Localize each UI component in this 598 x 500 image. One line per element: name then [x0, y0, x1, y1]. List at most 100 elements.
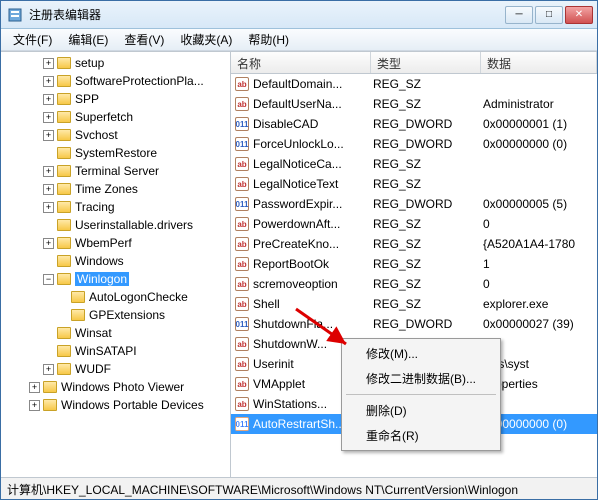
expand-toggle[interactable]: + [43, 58, 54, 69]
value-row[interactable]: abShellREG_SZexplorer.exe [231, 294, 597, 314]
value-row[interactable]: abLegalNoticeCa...REG_SZ [231, 154, 597, 174]
value-data: explorer.exe [481, 297, 597, 311]
tree-item[interactable]: WinSATAPI [1, 342, 230, 360]
value-type: REG_SZ [371, 237, 481, 251]
value-row[interactable]: 011ShutdownFla...REG_DWORD0x00000027 (39… [231, 314, 597, 334]
folder-icon [57, 165, 71, 177]
maximize-button[interactable]: □ [535, 6, 563, 24]
folder-icon [57, 129, 71, 141]
tree-item[interactable]: AutoLogonChecke [1, 288, 230, 306]
menu-favorites[interactable]: 收藏夹(A) [174, 29, 238, 50]
tree-label: WbemPerf [75, 236, 132, 250]
tree-item[interactable]: + Svchost [1, 126, 230, 144]
expand-toggle[interactable]: + [43, 166, 54, 177]
tree-item[interactable]: +SoftwareProtectionPla... [1, 72, 230, 90]
value-row[interactable]: abLegalNoticeTextREG_SZ [231, 174, 597, 194]
tree-label: WUDF [75, 362, 111, 376]
window-title: 注册表编辑器 [29, 6, 505, 23]
tree-item[interactable]: Userinstallable.drivers [1, 216, 230, 234]
tree-item[interactable]: Windows [1, 252, 230, 270]
string-value-icon: ab [235, 177, 249, 191]
value-data: 0x00000001 (1) [481, 117, 597, 131]
value-name: LegalNoticeCa... [253, 157, 342, 171]
folder-icon [57, 75, 71, 87]
tree-label: Superfetch [75, 110, 133, 124]
tree-item[interactable]: SystemRestore [1, 144, 230, 162]
value-data: 0 [481, 277, 597, 291]
menubar: 文件(F) 编辑(E) 查看(V) 收藏夹(A) 帮助(H) [1, 29, 597, 51]
value-type: REG_SZ [371, 177, 481, 191]
tree-label: GPExtensions [89, 308, 165, 322]
value-data: 1 [481, 257, 597, 271]
value-row[interactable]: 011ForceUnlockLo...REG_DWORD0x00000000 (… [231, 134, 597, 154]
col-data[interactable]: 数据 [481, 52, 597, 73]
registry-tree[interactable]: +setup+SoftwareProtectionPla...+SPP+Supe… [1, 52, 231, 477]
tree-item[interactable]: −Winlogon [1, 270, 230, 288]
statusbar: 计算机\HKEY_LOCAL_MACHINE\SOFTWARE\Microsof… [1, 477, 597, 499]
tree-item[interactable]: +Tracing [1, 198, 230, 216]
expand-toggle[interactable]: + [29, 382, 40, 393]
value-row[interactable]: abReportBootOkREG_SZ1 [231, 254, 597, 274]
tree-label: AutoLogonChecke [89, 290, 188, 304]
string-value-icon: ab [235, 217, 249, 231]
value-row[interactable]: abDefaultUserNa...REG_SZAdministrator [231, 94, 597, 114]
tree-item[interactable]: +Time Zones [1, 180, 230, 198]
expand-toggle[interactable]: + [43, 130, 54, 141]
tree-item[interactable]: + WUDF [1, 360, 230, 378]
value-type: REG_SZ [371, 277, 481, 291]
value-type: REG_SZ [371, 97, 481, 111]
col-name[interactable]: 名称 [231, 52, 371, 73]
tree-item[interactable]: +setup [1, 54, 230, 72]
tree-item[interactable]: +Windows Photo Viewer [1, 378, 230, 396]
expand-toggle[interactable]: − [43, 274, 54, 285]
menu-view[interactable]: 查看(V) [118, 29, 170, 50]
expand-toggle[interactable]: + [43, 94, 54, 105]
menu-help[interactable]: 帮助(H) [242, 29, 295, 50]
menu-file[interactable]: 文件(F) [7, 29, 58, 50]
tree-label: SystemRestore [75, 146, 157, 160]
value-row[interactable]: 011PasswordExpir...REG_DWORD0x00000005 (… [231, 194, 597, 214]
value-row[interactable]: 011DisableCADREG_DWORD0x00000001 (1) [231, 114, 597, 134]
ctx-modify-binary[interactable]: 修改二进制数据(B)... [344, 366, 498, 391]
column-headers[interactable]: 名称 类型 数据 [231, 52, 597, 74]
tree-item[interactable]: Winsat [1, 324, 230, 342]
expand-toggle[interactable]: + [43, 184, 54, 195]
tree-label: Winsat [75, 326, 112, 340]
value-row[interactable]: abscremoveoptionREG_SZ0 [231, 274, 597, 294]
ctx-sep [346, 394, 496, 395]
ctx-rename[interactable]: 重命名(R) [344, 423, 498, 448]
folder-icon [57, 237, 71, 249]
string-value-icon: ab [235, 97, 249, 111]
folder-icon [57, 201, 71, 213]
expand-toggle[interactable]: + [43, 76, 54, 87]
value-row[interactable]: abPreCreateKno...REG_SZ{A520A1A4-1780 [231, 234, 597, 254]
value-row[interactable]: abDefaultDomain...REG_SZ [231, 74, 597, 94]
value-data: 0x00000005 (5) [481, 197, 597, 211]
tree-item[interactable]: +Windows Portable Devices [1, 396, 230, 414]
tree-label: Svchost [75, 128, 118, 142]
expand-toggle[interactable]: + [43, 364, 54, 375]
menu-edit[interactable]: 编辑(E) [62, 29, 114, 50]
close-button[interactable]: ✕ [565, 6, 593, 24]
value-name: ForceUnlockLo... [253, 137, 344, 151]
expand-toggle[interactable]: + [29, 400, 40, 411]
col-type[interactable]: 类型 [371, 52, 481, 73]
tree-item[interactable]: +Terminal Server [1, 162, 230, 180]
string-value-icon: ab [235, 77, 249, 91]
tree-item[interactable]: + Superfetch [1, 108, 230, 126]
titlebar[interactable]: 注册表编辑器 ─ □ ✕ [1, 1, 597, 29]
expand-toggle[interactable]: + [43, 202, 54, 213]
tree-item[interactable]: +SPP [1, 90, 230, 108]
ctx-delete[interactable]: 删除(D) [344, 398, 498, 423]
expand-toggle[interactable]: + [43, 238, 54, 249]
folder-icon [57, 363, 71, 375]
string-value-icon: ab [235, 277, 249, 291]
tree-item[interactable]: + WbemPerf [1, 234, 230, 252]
minimize-button[interactable]: ─ [505, 6, 533, 24]
folder-icon [57, 57, 71, 69]
expand-toggle[interactable]: + [43, 112, 54, 123]
value-name: WinStations... [253, 397, 327, 411]
value-row[interactable]: abPowerdownAft...REG_SZ0 [231, 214, 597, 234]
tree-item[interactable]: GPExtensions [1, 306, 230, 324]
ctx-modify[interactable]: 修改(M)... [344, 341, 498, 366]
